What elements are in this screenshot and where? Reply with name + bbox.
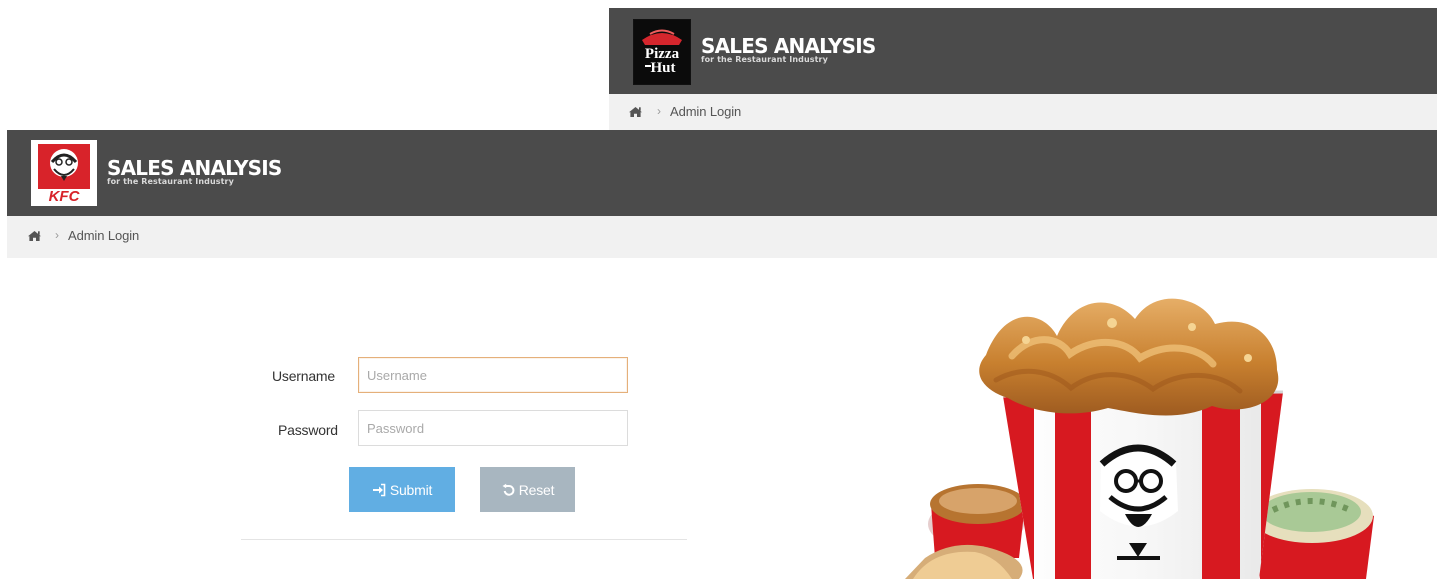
pizza-logo-line-two: Hut	[650, 60, 675, 76]
sign-in-icon	[372, 483, 386, 496]
form-divider	[241, 539, 687, 540]
admin-login-form: Username Password Submit Reset	[241, 348, 687, 548]
pizza-hut-app-header: Pizza Hut SALES ANALYSIS for the Restaur…	[609, 8, 1437, 94]
reset-button-label: Reset	[518, 481, 555, 498]
kfc-chicken-bucket-image	[880, 266, 1400, 579]
kfc-logo-mark: KFC	[31, 140, 97, 206]
pizza-app-title: SALES ANALYSIS	[701, 34, 876, 58]
kfc-app-subtitle: for the Restaurant Industry	[107, 177, 234, 186]
pizza-app-subtitle: for the Restaurant Industry	[701, 55, 828, 64]
kfc-chicken-bucket-illustration	[905, 298, 1374, 579]
undo-icon	[502, 483, 515, 496]
username-label: Username	[272, 368, 335, 384]
pizza-hut-logo: Pizza Hut	[633, 19, 691, 85]
username-input[interactable]	[358, 357, 628, 393]
password-input[interactable]	[358, 410, 628, 446]
kfc-logo-text: KFC	[49, 188, 81, 205]
home-icon[interactable]	[27, 230, 42, 242]
reset-button[interactable]: Reset	[480, 467, 575, 512]
submit-button-label: Submit	[389, 481, 433, 498]
chevron-right-icon: ›	[657, 104, 661, 118]
submit-button[interactable]: Submit	[349, 467, 455, 512]
home-icon[interactable]	[628, 106, 643, 118]
breadcrumb-admin-login: Admin Login	[68, 228, 140, 243]
kfc-app-title: SALES ANALYSIS	[107, 156, 282, 180]
breadcrumb-admin-login: Admin Login	[670, 104, 742, 119]
kfc-logo: KFC	[31, 140, 97, 206]
password-label: Password	[278, 422, 338, 438]
chevron-right-icon: ›	[55, 228, 59, 242]
admin-login-screenshot: Pizza Hut SALES ANALYSIS for the Restaur…	[0, 0, 1437, 579]
pizza-breadcrumb: › Admin Login	[609, 94, 1437, 130]
kfc-app-header: KFC SALES ANALYSIS for the Restaurant In…	[7, 130, 1437, 216]
pizza-hut-logo-mark: Pizza Hut	[634, 20, 690, 84]
kfc-breadcrumb: › Admin Login	[7, 216, 1437, 258]
